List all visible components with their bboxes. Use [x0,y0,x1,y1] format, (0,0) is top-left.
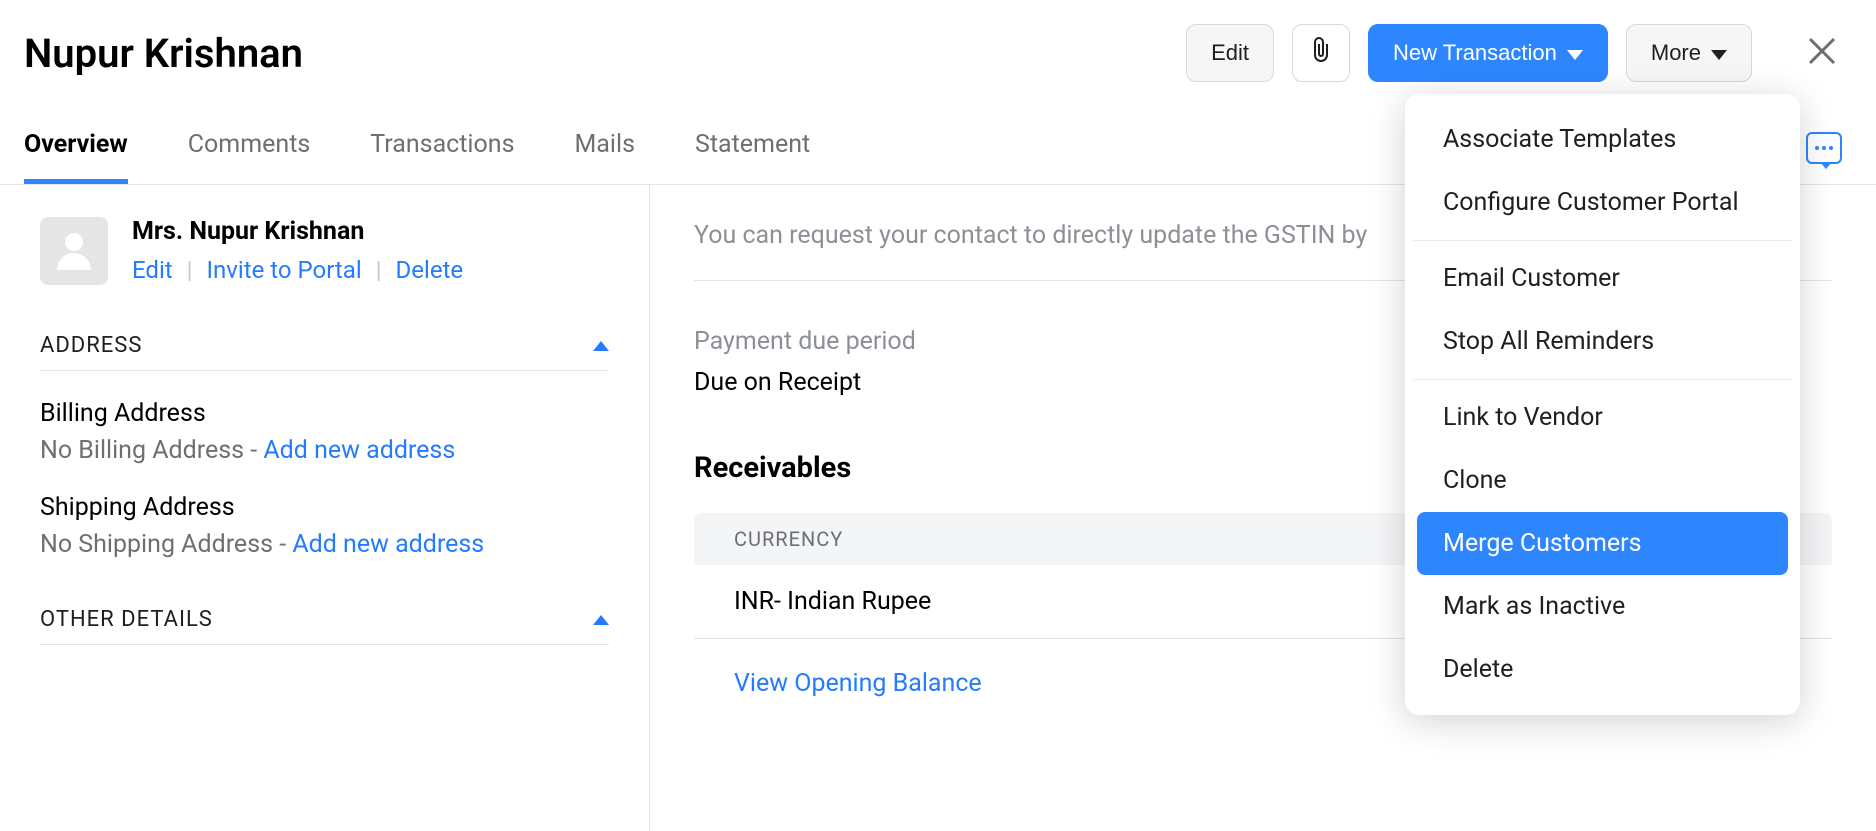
address-section-title: ADDRESS [40,333,142,358]
close-icon [1806,35,1838,71]
chevron-down-icon [1711,40,1727,66]
billing-add-link[interactable]: Add new address [263,436,455,465]
more-menu-item[interactable]: Mark as Inactive [1417,575,1788,638]
more-menu-item[interactable]: Associate Templates [1417,108,1788,171]
shipping-address-text: No Shipping Address - [40,530,292,559]
attach-button[interactable] [1292,24,1350,82]
person-edit-link[interactable]: Edit [132,256,173,284]
invite-portal-link[interactable]: Invite to Portal [207,256,362,284]
chevron-up-icon [593,610,609,629]
more-button[interactable]: More [1626,24,1752,82]
separator: | [187,256,193,284]
more-menu-item[interactable]: Stop All Reminders [1417,310,1788,373]
chat-icon[interactable] [1806,132,1842,164]
page-header: Nupur Krishnan Edit New Transaction More [0,0,1876,106]
shipping-address-label: Shipping Address [40,493,609,522]
shipping-add-link[interactable]: Add new address [292,530,484,559]
menu-separator [1413,379,1792,380]
address-section-header[interactable]: ADDRESS [40,333,609,371]
col-currency-header: CURRENCY [734,527,1154,551]
edit-button[interactable]: Edit [1186,24,1274,82]
tab-transactions[interactable]: Transactions [370,106,514,184]
tab-statement[interactable]: Statement [695,106,810,184]
more-menu-item[interactable]: Email Customer [1417,247,1788,310]
close-button[interactable] [1806,35,1838,71]
more-label: More [1651,40,1701,66]
billing-address-value: No Billing Address - Add new address [40,436,609,465]
other-details-title: OTHER DETAILS [40,607,213,632]
billing-address-label: Billing Address [40,399,609,428]
more-menu-item[interactable]: Configure Customer Portal [1417,171,1788,234]
more-dropdown: Associate TemplatesConfigure Customer Po… [1405,94,1800,715]
row-currency: INR- Indian Rupee [734,587,1154,616]
person-delete-link[interactable]: Delete [396,256,464,284]
person-row: Mrs. Nupur Krishnan Edit | Invite to Por… [40,217,609,285]
paperclip-icon [1309,36,1333,70]
header-actions: Edit New Transaction More [1186,24,1838,82]
person-name: Mrs. Nupur Krishnan [132,217,463,246]
more-menu-item[interactable]: Merge Customers [1417,512,1788,575]
chevron-down-icon [1567,40,1583,66]
person-icon [51,226,97,276]
chevron-up-icon [593,336,609,355]
person-links: Edit | Invite to Portal | Delete [132,256,463,284]
more-menu-item[interactable]: Link to Vendor [1417,386,1788,449]
customer-name: Nupur Krishnan [24,30,1186,77]
tab-mails[interactable]: Mails [574,106,635,184]
new-transaction-button[interactable]: New Transaction [1368,24,1608,82]
menu-separator [1413,240,1792,241]
separator: | [376,256,382,284]
new-transaction-label: New Transaction [1393,40,1557,66]
tab-comments[interactable]: Comments [188,106,311,184]
person-info: Mrs. Nupur Krishnan Edit | Invite to Por… [132,217,463,285]
more-menu-item[interactable]: Clone [1417,449,1788,512]
overview-sidebar: Mrs. Nupur Krishnan Edit | Invite to Por… [0,185,650,831]
avatar [40,217,108,285]
billing-address-text: No Billing Address - [40,436,263,465]
other-details-section-header[interactable]: OTHER DETAILS [40,607,609,645]
more-menu-item[interactable]: Delete [1417,638,1788,701]
tab-overview[interactable]: Overview [24,106,128,184]
shipping-address-value: No Shipping Address - Add new address [40,530,609,559]
